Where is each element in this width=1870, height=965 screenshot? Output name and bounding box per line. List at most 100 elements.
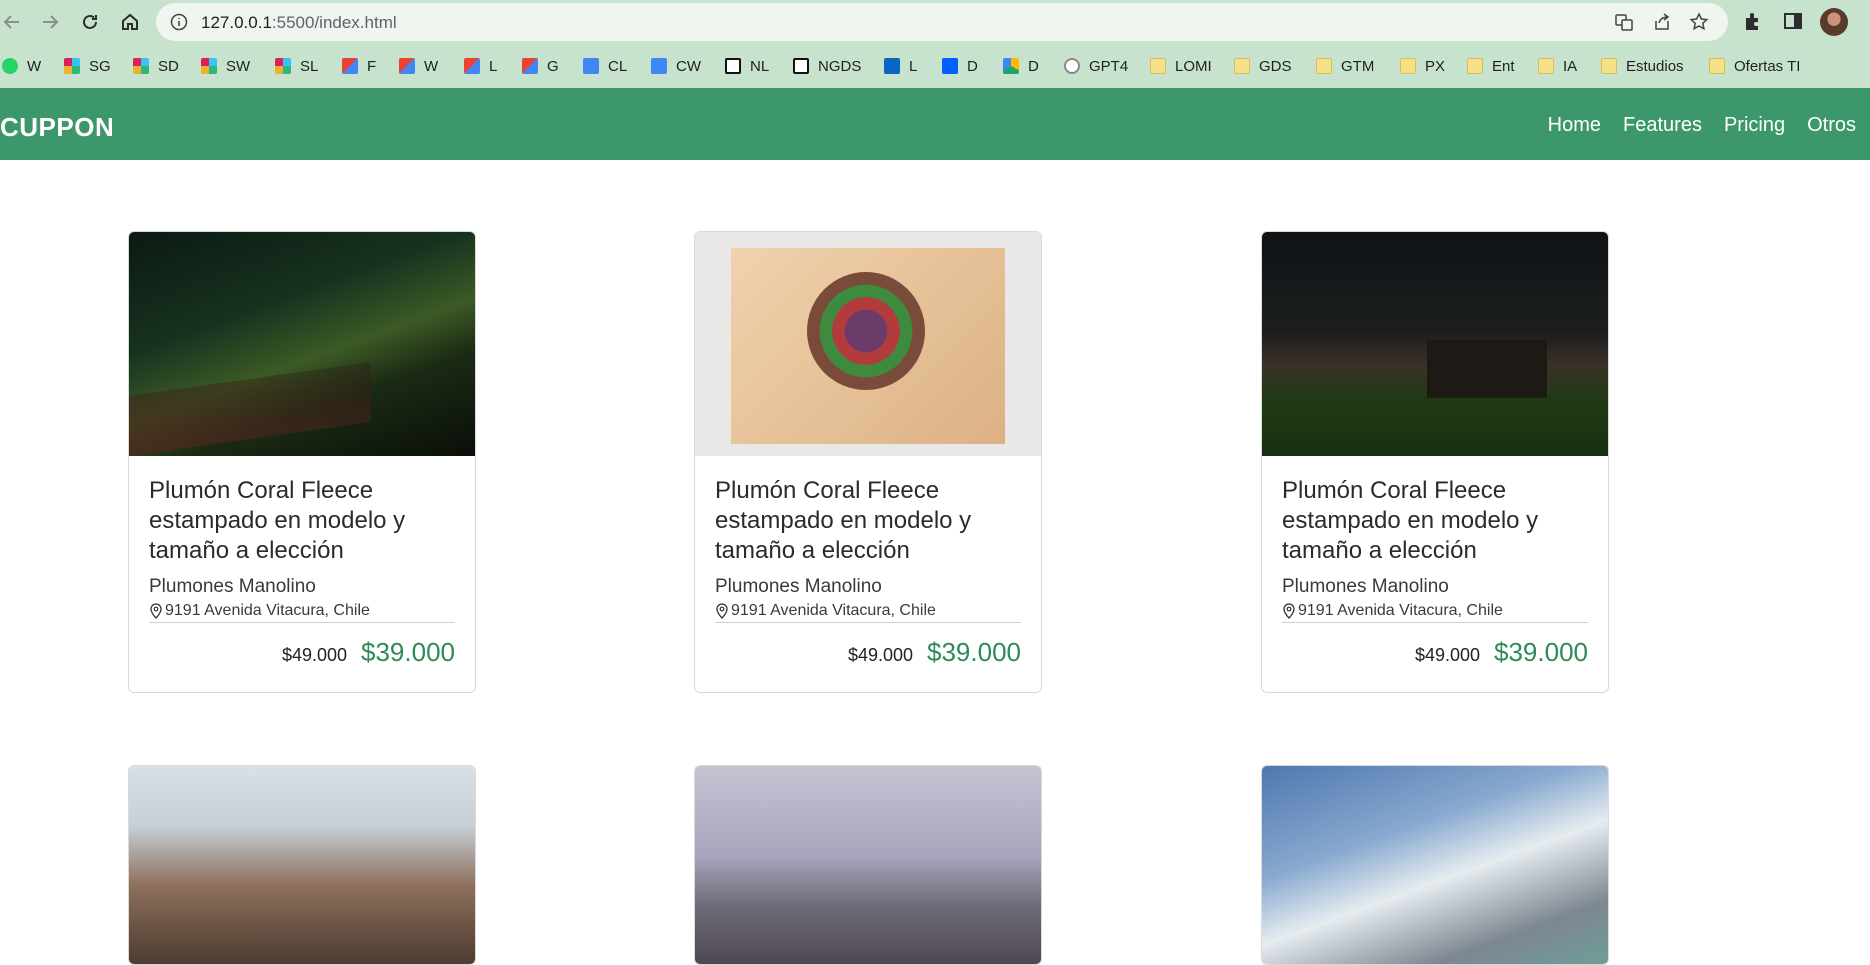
bookmark-item[interactable]: NGDS: [793, 56, 861, 76]
card-old-price: $49.000: [281, 645, 348, 665]
bookmark-item[interactable]: CL: [583, 56, 627, 76]
folder-icon: [1538, 58, 1554, 74]
bookmark-folder[interactable]: Estudios: [1601, 56, 1684, 76]
bookmark-folder[interactable]: Ent: [1467, 56, 1515, 76]
back-icon[interactable]: [0, 10, 24, 34]
folder-icon: [1467, 58, 1483, 74]
bookmark-item[interactable]: SD: [133, 56, 179, 76]
address-bar[interactable]: 127.0.0.1:5500/index.html: [156, 3, 1728, 41]
share-icon[interactable]: [1652, 12, 1674, 34]
bookmark-item[interactable]: CW: [651, 56, 701, 76]
bookmark-item[interactable]: W: [399, 56, 438, 76]
deal-card[interactable]: Plumón Coral Fleece estampado en modelo …: [694, 231, 1042, 693]
folder-icon: [1234, 58, 1250, 74]
calendar-icon: [583, 58, 599, 74]
bookmark-folder[interactable]: IA: [1538, 56, 1577, 76]
bookmark-label: Estudios: [1626, 57, 1684, 75]
card-address-text: 9191 Avenida Vitacura, Chile: [165, 602, 370, 619]
bookmark-label: G: [547, 57, 559, 75]
bookmark-star-icon[interactable]: [1689, 12, 1711, 34]
bookmarks-bar: W SG SD SW SL F W L G CL CW NL NGDS L D …: [0, 48, 1870, 82]
card-address-text: 9191 Avenida Vitacura, Chile: [731, 602, 936, 619]
bookmark-item[interactable]: SL: [275, 56, 318, 76]
bookmark-label: NL: [750, 57, 770, 75]
card-title[interactable]: Plumón Coral Fleece estampado en modelo …: [149, 476, 455, 566]
deal-card[interactable]: [694, 765, 1042, 965]
bookmark-label: D: [967, 57, 978, 75]
nav-link-features[interactable]: Features: [1623, 114, 1702, 137]
bookmark-folder[interactable]: GDS: [1234, 56, 1292, 76]
card-title[interactable]: Plumón Coral Fleece estampado en modelo …: [1282, 476, 1588, 566]
side-panel-icon[interactable]: [1782, 10, 1806, 34]
bookmark-item[interactable]: F: [342, 56, 376, 76]
bookmark-item[interactable]: G: [522, 56, 559, 76]
card-image-mountain-peaks[interactable]: [695, 766, 1041, 964]
bookmark-label: LOMI: [1175, 57, 1212, 75]
bookmark-label: GPT4: [1089, 57, 1129, 75]
bookmark-item[interactable]: NL: [725, 56, 769, 76]
bookmark-label: L: [489, 57, 498, 75]
bookmark-item[interactable]: GPT4: [1064, 56, 1128, 76]
url-host: 127.0.0.1: [201, 13, 272, 32]
bookmark-item[interactable]: SW: [201, 56, 250, 76]
card-address: 9191 Avenida Vitacura, Chile: [715, 602, 1021, 623]
bookmark-label: SG: [89, 57, 111, 75]
bookmark-label: IA: [1563, 57, 1578, 75]
slack-icon: [64, 58, 80, 74]
bookmark-item[interactable]: W: [2, 56, 41, 76]
card-address-text: 9191 Avenida Vitacura, Chile: [1298, 602, 1503, 619]
folder-icon: [1400, 58, 1416, 74]
card-image-night-sky[interactable]: [129, 232, 475, 456]
bookmark-folder[interactable]: PX: [1400, 56, 1445, 76]
card-image-snowy-lake[interactable]: [1262, 766, 1608, 964]
nav-link-otros[interactable]: Otros: [1807, 114, 1856, 137]
bookmark-item[interactable]: L: [884, 56, 917, 76]
deal-card[interactable]: [128, 765, 476, 965]
bookmark-label: W: [27, 57, 42, 75]
card-old-price: $49.000: [847, 645, 914, 665]
site-info-icon[interactable]: [170, 13, 188, 31]
deal-card[interactable]: Plumón Coral Fleece estampado en modelo …: [1261, 231, 1609, 693]
bookmark-label: SL: [300, 57, 319, 75]
nav-links: Home Features Pricing Otros: [1526, 114, 1856, 137]
site-navbar: CUPPON Home Features Pricing Otros: [0, 88, 1870, 160]
location-pin-icon: [1283, 603, 1295, 619]
url-text[interactable]: 127.0.0.1:5500/index.html: [201, 13, 397, 33]
card-title[interactable]: Plumón Coral Fleece estampado en modelo …: [715, 476, 1021, 566]
nav-link-home[interactable]: Home: [1548, 114, 1601, 137]
deal-card[interactable]: Plumón Coral Fleece estampado en modelo …: [128, 231, 476, 693]
profile-avatar[interactable]: [1820, 8, 1848, 36]
bookmark-item[interactable]: D: [942, 56, 978, 76]
bookmark-item[interactable]: L: [464, 56, 497, 76]
brand-logo[interactable]: CUPPON: [0, 112, 114, 143]
bookmark-label: CL: [608, 57, 628, 75]
reload-icon[interactable]: [78, 10, 102, 34]
bookmark-label: Ofertas TI: [1734, 57, 1801, 75]
barn-silhouette: [1427, 340, 1547, 398]
location-pin-icon: [150, 603, 162, 619]
extensions-icon[interactable]: [1742, 10, 1766, 34]
gmail-icon: [342, 58, 358, 74]
deal-card[interactable]: [1261, 765, 1609, 965]
card-seller: Plumones Manolino: [1282, 576, 1449, 597]
bookmark-folder[interactable]: LOMI: [1150, 56, 1212, 76]
bookmark-item[interactable]: SG: [64, 56, 111, 76]
translate-icon[interactable]: [1614, 12, 1636, 34]
browser-chrome: 127.0.0.1:5500/index.html W SG SD SW SL …: [0, 0, 1870, 88]
bookmark-item[interactable]: D: [1003, 56, 1039, 76]
bookmark-folder[interactable]: GTM: [1316, 56, 1374, 76]
bookmark-label: PX: [1425, 57, 1446, 75]
folder-icon: [1316, 58, 1332, 74]
card-new-price: $39.000: [361, 637, 455, 667]
card-image-salad[interactable]: [695, 232, 1041, 456]
forward-icon[interactable]: [38, 10, 62, 34]
card-image-city-skyline[interactable]: [129, 766, 475, 964]
home-icon[interactable]: [118, 10, 142, 34]
card-image-barn[interactable]: [1262, 232, 1608, 456]
bookmark-label: GDS: [1259, 57, 1292, 75]
card-new-price: $39.000: [1494, 637, 1588, 667]
bookmark-folder[interactable]: Ofertas TI: [1709, 56, 1800, 76]
nav-link-pricing[interactable]: Pricing: [1724, 114, 1785, 137]
folder-icon: [1150, 58, 1166, 74]
gmail-icon: [522, 58, 538, 74]
